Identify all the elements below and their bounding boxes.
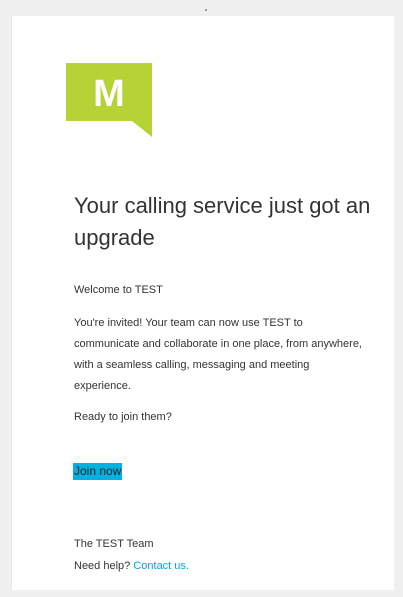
email-card: M Your calling service just got an upgra… bbox=[11, 16, 394, 590]
email-title: Your calling service just got an upgrade bbox=[74, 193, 371, 250]
logo-letter: M bbox=[93, 73, 125, 115]
signoff-text: The TEST Team bbox=[74, 538, 154, 550]
top-marker bbox=[205, 9, 207, 11]
help-prefix-text: Need help? bbox=[74, 560, 134, 572]
ready-text: Ready to join them? bbox=[74, 411, 172, 423]
email-background: M Your calling service just got an upgra… bbox=[0, 0, 403, 597]
contact-us-link[interactable]: Contact us. bbox=[133, 560, 189, 572]
invite-body-text: You're invited! Your team can now use TE… bbox=[74, 317, 362, 392]
help-line: Need help? Contact us. bbox=[74, 559, 189, 573]
welcome-text: Welcome to TEST bbox=[74, 284, 163, 296]
speech-bubble-logo-icon: M bbox=[66, 63, 152, 137]
join-now-button[interactable]: Join now bbox=[73, 463, 123, 480]
